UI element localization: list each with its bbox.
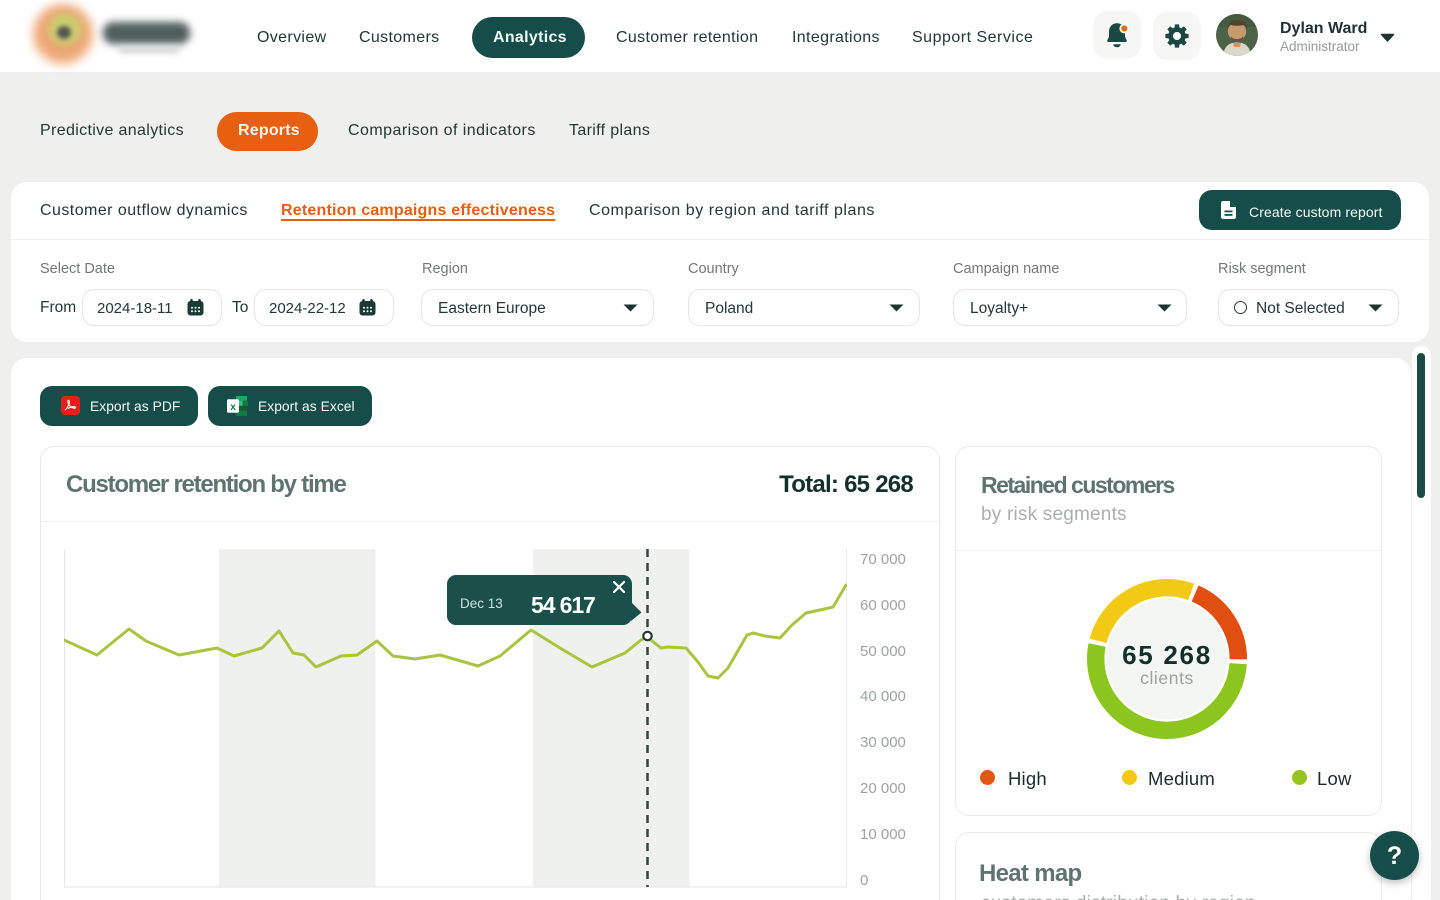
- svg-text:x: x: [230, 402, 236, 413]
